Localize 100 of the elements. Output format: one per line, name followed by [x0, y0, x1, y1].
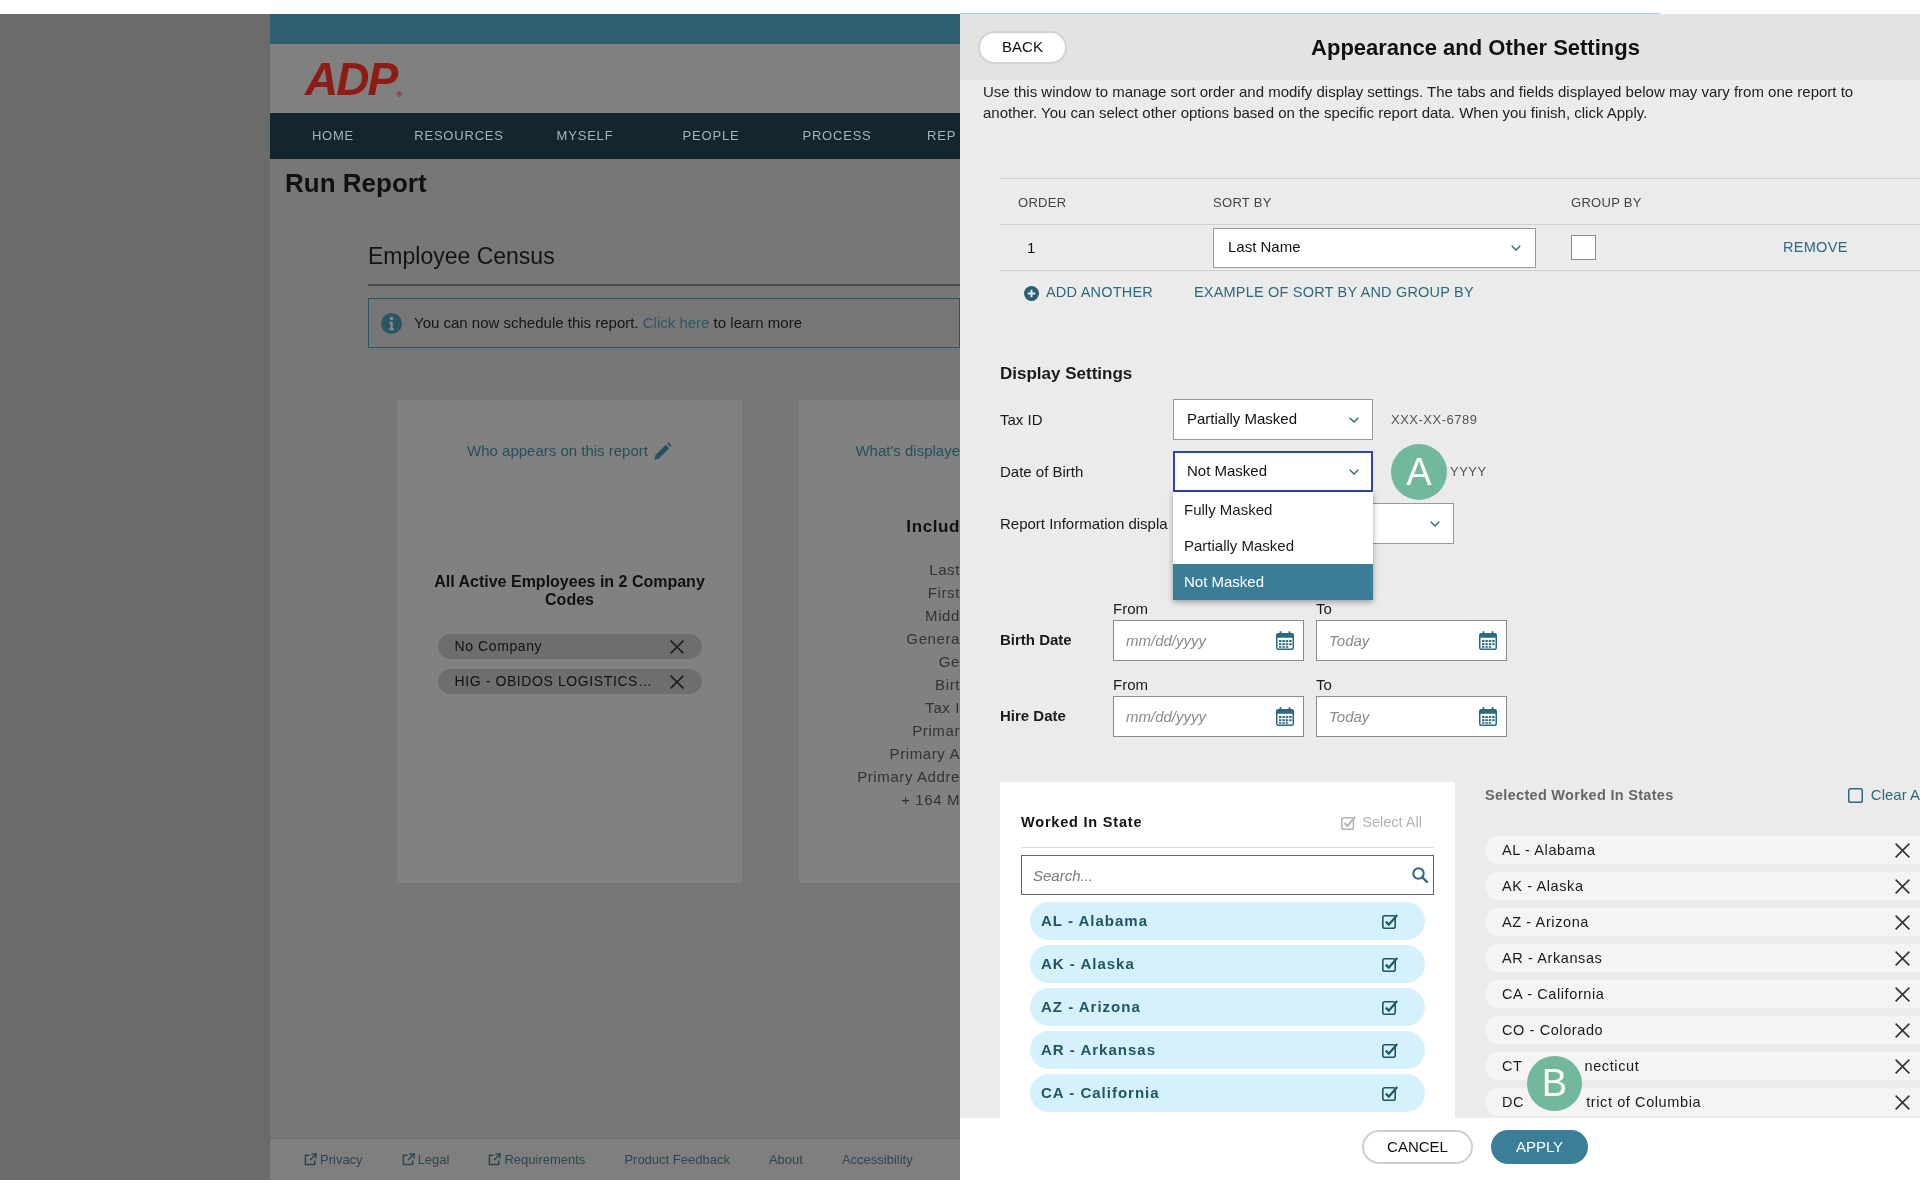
chip-label: AR - Arkansas [1502, 950, 1603, 966]
field-label: To [1316, 601, 1332, 617]
field-name: Primary Addre [857, 767, 960, 787]
nav-item[interactable]: PEOPLE [648, 126, 774, 146]
close-icon[interactable] [1895, 842, 1910, 858]
description-text: Use this window to manage sort order and modify display settings. The tabs and fields displayed below may vary from one report to another. You can select other options based on the specific report data. When you finish, click Apply. [983, 82, 1855, 123]
field-label: Birth Date [1000, 630, 1072, 651]
column-header: ORDER [1018, 194, 1067, 210]
date-input[interactable]: Today [1316, 696, 1507, 737]
panel-title: Appearance and Other Settings [1311, 33, 1640, 62]
close-icon[interactable] [1895, 1022, 1910, 1038]
field-name: First [927, 583, 960, 603]
field-name: Midd [925, 606, 960, 626]
column-header: SORT BY [1213, 194, 1272, 210]
plus-circle-icon [1024, 285, 1039, 301]
cancel-button[interactable]: CANCEL [1362, 1130, 1473, 1164]
chip-label: CA - California [1502, 986, 1605, 1002]
select-value: Partially Masked [1187, 409, 1298, 430]
chip-label: AK - Alaska [1502, 878, 1584, 894]
date-input[interactable]: mm/dd/yyyy [1113, 620, 1304, 661]
panel-heading: Worked In State [1021, 814, 1143, 830]
chip-label: DC [1502, 1094, 1525, 1110]
nav-item[interactable]: HOME [270, 126, 396, 146]
example-link[interactable]: EXAMPLE OF SORT BY AND GROUP BY [1193, 282, 1474, 304]
date-input[interactable]: Today [1316, 620, 1507, 661]
state-option[interactable]: AL - Alabama [1030, 902, 1425, 940]
search-field[interactable]: Search... [1021, 855, 1434, 895]
field-name: Ge [938, 652, 960, 672]
nav-item[interactable]: REP [900, 126, 957, 146]
page-title: Run Report [285, 168, 427, 198]
search-icon[interactable] [1412, 867, 1428, 883]
field-name: Genera [906, 629, 960, 649]
dropdown-option[interactable]: Not Masked [1173, 564, 1373, 600]
calendar-icon[interactable] [1479, 707, 1497, 726]
close-icon[interactable] [1895, 1094, 1910, 1110]
masking-select[interactable]: Not Masked [1173, 451, 1373, 492]
state-option[interactable]: AR - Arkansas [1030, 1031, 1425, 1069]
format-preview: XXX-XX-6789 [1391, 410, 1478, 429]
card-heading: All Active Employees in 2 Company Codes [433, 573, 706, 609]
nav-item[interactable]: MYSELF [522, 126, 648, 146]
field-name: Tax I [925, 698, 960, 718]
field-label: Tax ID [1000, 410, 1043, 428]
chip-label: AZ - Arizona [1502, 914, 1589, 930]
report-title: Employee Census [368, 242, 555, 271]
remove-link[interactable]: REMOVE [1783, 236, 1848, 259]
chevron-down-icon [1511, 244, 1521, 251]
callout-marker: A [1391, 443, 1447, 500]
add-another-link[interactable]: ADD ANOTHER [1024, 282, 1153, 304]
chip-label: No Company [454, 637, 543, 656]
card-heading: Includ [906, 517, 960, 537]
nav-item[interactable]: RESOURCES [396, 126, 522, 146]
field-label: From [1113, 677, 1148, 693]
chevron-down-icon [1349, 416, 1359, 423]
state-option[interactable]: AZ - Arizona [1030, 988, 1425, 1026]
chip-label: CO - Colorado [1502, 1022, 1604, 1038]
field-name: Primar [912, 721, 960, 741]
back-button[interactable]: BACK [978, 30, 1067, 64]
column-header: GROUP BY [1571, 194, 1642, 210]
clear-all-checkbox[interactable]: Clear A [1847, 787, 1920, 803]
masking-select[interactable]: Partially Masked [1173, 399, 1373, 440]
chevron-down-icon [1349, 468, 1359, 475]
field-label: Hire Date [1000, 706, 1066, 727]
select-value: Not Masked [1187, 461, 1268, 482]
order-number: 1 [1027, 238, 1036, 256]
info-icon [381, 312, 402, 334]
close-icon[interactable] [1895, 1058, 1910, 1074]
external-link-icon [488, 1153, 502, 1166]
nav-item[interactable]: PROCESS [774, 126, 900, 146]
dropdown-option[interactable]: Partially Masked [1173, 528, 1373, 564]
sort-by-select[interactable]: Last Name [1213, 227, 1536, 268]
group-by-checkbox[interactable] [1571, 235, 1596, 260]
field-name: + 164 M [901, 790, 960, 810]
calendar-icon[interactable] [1479, 631, 1497, 650]
external-link-icon [401, 1153, 415, 1166]
state-option[interactable]: CA - California [1030, 1074, 1425, 1112]
close-icon[interactable] [1895, 914, 1910, 930]
state-option[interactable]: AK - Alaska [1030, 945, 1425, 983]
field-label: Date of Birth [1000, 462, 1084, 480]
field-label: To [1316, 677, 1332, 693]
panel-heading: Selected Worked In States [1485, 787, 1674, 803]
chip-label: HIG - OBIDOS LOGISTICS… [454, 672, 653, 691]
chip-label: CT [1502, 1058, 1523, 1074]
chip-label: AL - Alabama [1502, 842, 1596, 858]
external-link-icon [304, 1153, 317, 1166]
field-label: From [1113, 601, 1148, 617]
close-icon[interactable] [1895, 986, 1910, 1002]
section-heading: Display Settings [1000, 364, 1133, 384]
field-name: Last [929, 560, 960, 580]
chip-label: necticut [1584, 1058, 1640, 1074]
chevron-down-icon [1430, 520, 1440, 527]
field-name: Primary A [889, 744, 960, 764]
field-label: Report Information displa [1000, 514, 1168, 532]
close-icon[interactable] [1895, 878, 1910, 894]
calendar-icon[interactable] [1276, 707, 1294, 726]
notice-text: You can now schedule this report. Click here to learn more [414, 312, 802, 333]
calendar-icon[interactable] [1276, 631, 1294, 650]
dropdown-option[interactable]: Fully Masked [1173, 492, 1373, 528]
date-input[interactable]: mm/dd/yyyy [1113, 696, 1304, 737]
apply-button[interactable]: APPLY [1491, 1130, 1588, 1164]
close-icon[interactable] [1895, 950, 1910, 966]
